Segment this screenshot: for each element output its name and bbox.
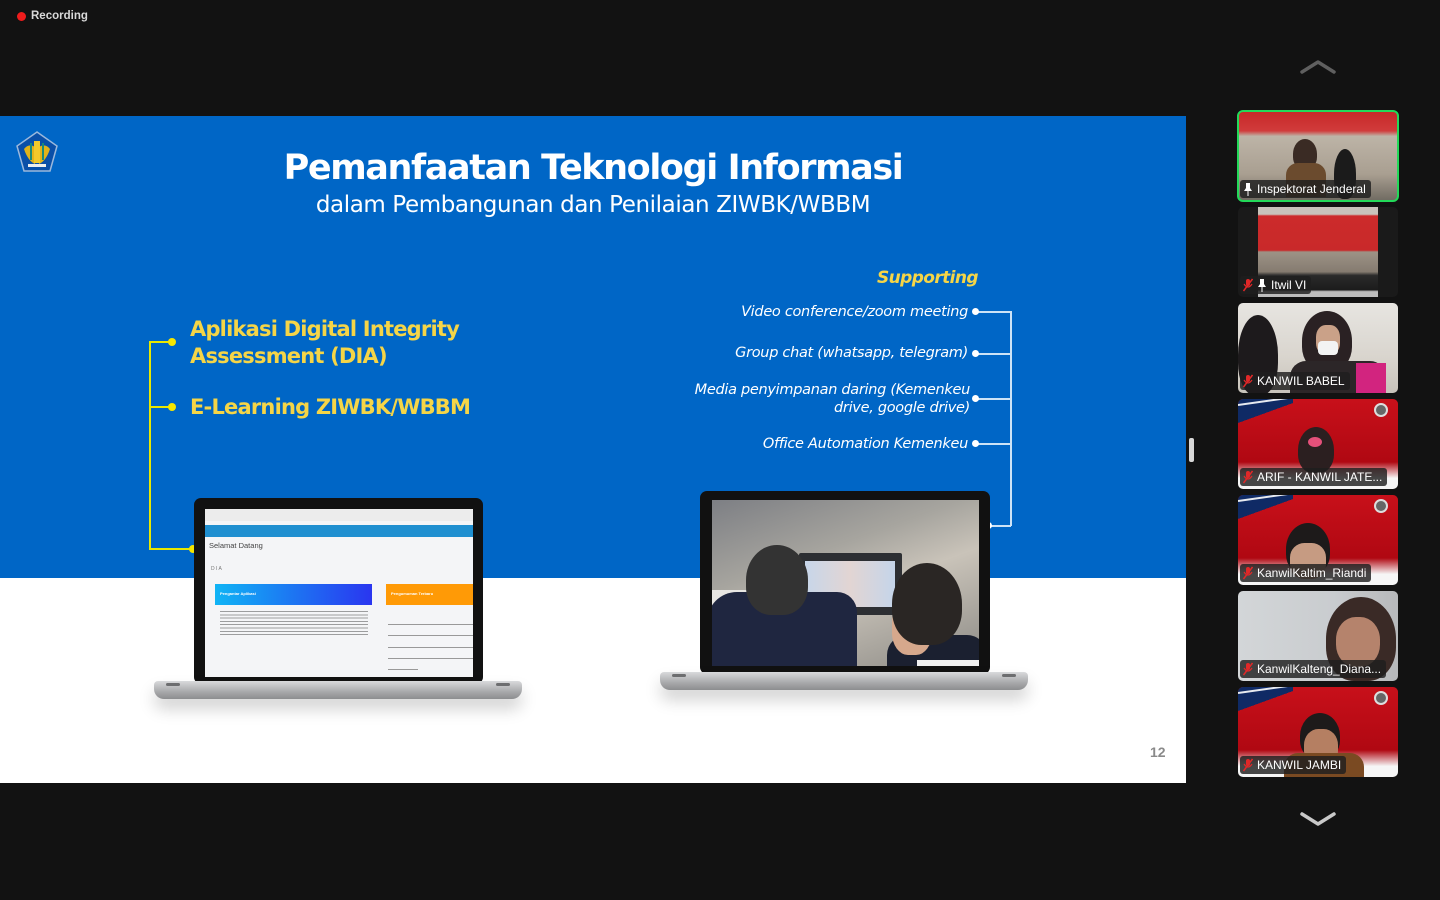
meeting-window: Recording Pemanfaatan Teknologi Informas… <box>0 0 1440 900</box>
dia-list-line <box>388 624 473 625</box>
mic-muted-icon <box>1243 662 1253 676</box>
photo-person-2-collar <box>917 660 979 666</box>
bullet-dot-icon <box>972 395 979 402</box>
dia-list-line <box>388 658 473 659</box>
spotlight-pin-icon <box>1258 278 1266 292</box>
mic-muted-icon <box>1243 278 1253 292</box>
bullet-dot-icon <box>168 403 176 411</box>
participant-tile-itwil-vi[interactable]: Itwil VI <box>1238 207 1398 297</box>
dia-card-intro: Pengantar Aplikasi <box>215 584 372 605</box>
video-conference-photo <box>712 500 979 666</box>
org-badge-icon <box>1374 691 1388 705</box>
right-bracket-branch <box>976 443 1011 445</box>
photo-person-1-head <box>746 545 808 615</box>
dia-list-line <box>388 669 418 670</box>
supporting-item-media-storage-line1: Media penyimpanan daring (Kemenkeu <box>694 382 971 398</box>
supporting-item-office-automation: Office Automation Kemenkeu <box>762 436 968 452</box>
supporting-item-media-storage-line2: drive, google drive) <box>834 400 970 416</box>
recording-label: Recording <box>31 10 88 22</box>
laptop-video-conference <box>700 491 990 674</box>
dia-app-screenshot: Selamat Datang D I A Pengantar Aplikasi … <box>205 509 473 677</box>
participant-tile-inspektorat-jenderal[interactable]: Inspektorat Jenderal <box>1237 110 1399 202</box>
participant-name: ARIF - KANWIL JATE... <box>1257 470 1383 484</box>
recording-dot-icon <box>17 11 26 21</box>
participant-tile-kanwilkalteng-diana[interactable]: KanwilKalteng_Diana... <box>1238 591 1398 681</box>
mic-muted-icon <box>1243 374 1253 388</box>
panel-resize-handle[interactable] <box>1189 438 1194 462</box>
participant-name-label: KanwilKaltim_Riandi <box>1240 564 1372 582</box>
participant-tile-kanwil-babel[interactable]: KANWIL BABEL <box>1238 303 1398 393</box>
bullet-dot-icon <box>972 350 979 357</box>
participant-name: KANWIL BABEL <box>1257 374 1345 388</box>
bullet-dot-icon <box>168 338 176 346</box>
left-item-dia-line2: Assessment (DIA) <box>190 344 388 368</box>
dia-navbar <box>205 525 473 537</box>
bullet-dot-icon <box>972 308 979 315</box>
participant-name-label: Itwil VI <box>1240 276 1312 294</box>
dia-list-line <box>388 635 473 636</box>
recording-indicator[interactable]: Recording <box>17 10 88 22</box>
left-item-dia-line1: Aplikasi Digital Integrity <box>190 317 460 341</box>
photo-person-2-head <box>892 563 962 645</box>
participant-name-label: Inspektorat Jenderal <box>1240 180 1371 198</box>
supporting-item-video-conference: Video conference/zoom meeting <box>741 304 968 320</box>
shared-screen-slide: Pemanfaatan Teknologi Informasi dalam Pe… <box>0 116 1186 783</box>
right-bracket-branch <box>976 311 1011 313</box>
left-bracket-branch-3 <box>149 548 193 550</box>
dia-welcome-text: Selamat Datang <box>209 541 263 550</box>
chevron-up-icon[interactable] <box>1298 56 1338 80</box>
participant-name-label: KANWIL JAMBI <box>1240 756 1347 774</box>
chevron-down-icon[interactable] <box>1298 808 1338 832</box>
participant-tile-kanwilkaltim-riandi[interactable]: KanwilKaltim_Riandi <box>1238 495 1398 585</box>
supporting-heading: Supporting <box>877 268 979 288</box>
slide-title: Pemanfaatan Teknologi Informasi <box>283 148 904 188</box>
laptop-dia: Selamat Datang D I A Pengantar Aplikasi … <box>194 498 483 684</box>
right-bracket-vertical-line <box>1010 311 1012 526</box>
dia-body-text <box>220 611 368 637</box>
dia-app-label: D I A <box>211 566 222 572</box>
dia-card-announcements-label: Pengumuman Terbaru <box>391 591 434 596</box>
org-badge-icon <box>1374 403 1388 417</box>
participant-name-label: KanwilKalteng_Diana... <box>1240 660 1387 678</box>
left-item-elearning: E-Learning ZIWBK/WBBM <box>190 395 471 419</box>
right-bracket-branch <box>976 353 1011 355</box>
dia-card-announcements: Pengumuman Terbaru <box>386 584 473 605</box>
mic-muted-icon <box>1243 566 1253 580</box>
participant-name: Inspektorat Jenderal <box>1257 182 1366 196</box>
dia-card-intro-label: Pengantar Aplikasi <box>220 591 256 596</box>
left-bracket-vertical-line <box>149 341 151 550</box>
spotlight-pin-icon <box>1244 182 1252 196</box>
participant-tile-kanwil-jambi[interactable]: KANWIL JAMBI <box>1238 687 1398 777</box>
participant-tile-arif-kanwil-jateng[interactable]: ARIF - KANWIL JATE... <box>1238 399 1398 489</box>
participant-name: KANWIL JAMBI <box>1257 758 1342 772</box>
bullet-dot-icon <box>972 440 979 447</box>
dia-list-line <box>388 647 473 648</box>
participant-name: Itwil VI <box>1271 278 1307 292</box>
participant-name-label: KANWIL BABEL <box>1240 372 1350 390</box>
dia-topbar <box>205 509 473 521</box>
supporting-item-media-storage: Media penyimpanan daring (Kemenkeu drive… <box>694 381 971 417</box>
org-badge-icon <box>1374 499 1388 513</box>
laptop-video-base <box>660 672 1028 690</box>
mic-muted-icon <box>1243 758 1253 772</box>
slide-subtitle: dalam Pembangunan dan Penilaian ZIWBK/WB… <box>315 192 871 218</box>
right-bracket-branch <box>976 398 1011 400</box>
mic-muted-icon <box>1243 470 1253 484</box>
participant-name: KanwilKalteng_Diana... <box>1257 662 1382 676</box>
laptop-dia-base <box>154 681 522 699</box>
slide-page-number: 12 <box>1150 744 1166 760</box>
participant-name: KanwilKaltim_Riandi <box>1257 566 1367 580</box>
supporting-item-group-chat: Group chat (whatsapp, telegram) <box>735 345 968 361</box>
left-item-dia: Aplikasi Digital Integrity Assessment (D… <box>190 316 460 370</box>
participant-name-label: ARIF - KANWIL JATE... <box>1240 468 1388 486</box>
